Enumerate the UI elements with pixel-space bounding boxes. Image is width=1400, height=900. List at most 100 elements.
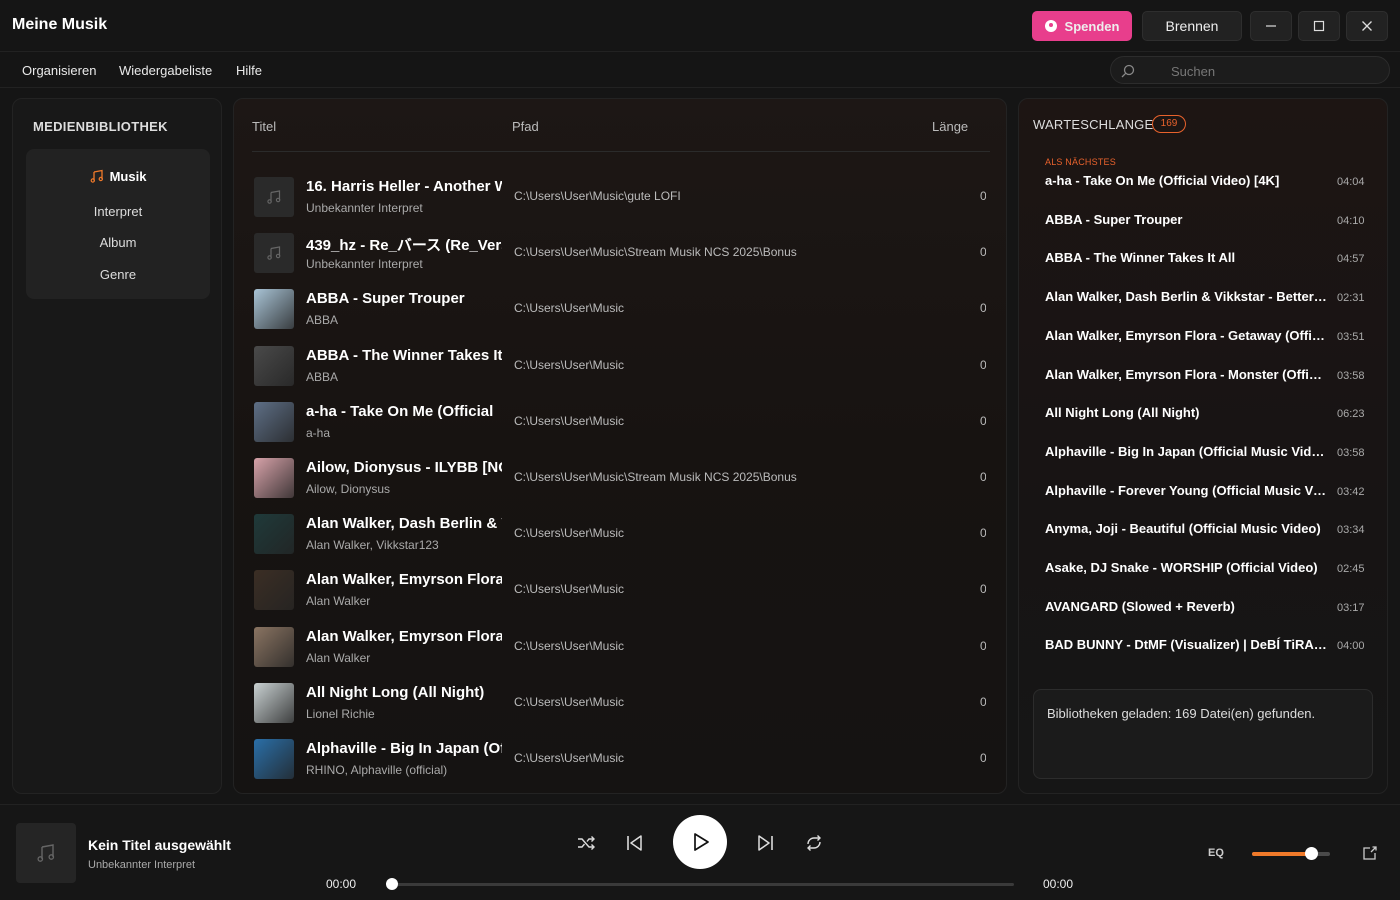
queue-item[interactable]: Alan Walker, Emyrson Flora - Monster (Of… bbox=[1045, 367, 1385, 391]
queue-item[interactable]: Alphaville - Forever Young (Official Mus… bbox=[1045, 483, 1385, 507]
player-bar: Kein Titel ausgewählt Unbekannter Interp… bbox=[0, 804, 1400, 900]
queue-item-title: All Night Long (All Night) bbox=[1045, 405, 1200, 421]
queue-item-title: Alphaville - Big In Japan (Official Musi… bbox=[1045, 443, 1329, 459]
track-artist: Ailow, Dionysus bbox=[306, 482, 391, 496]
track-length: 0 bbox=[980, 470, 986, 484]
minimize-button[interactable] bbox=[1250, 11, 1292, 41]
eq-button[interactable]: EQ bbox=[1208, 847, 1224, 859]
track-row[interactable]: ABBA - The Winner Takes It All ABBA C:\Use… bbox=[234, 334, 1006, 390]
queue-item[interactable]: BAD BUNNY - DtMF (Visualizer) | DeBÍ TiR… bbox=[1045, 637, 1385, 661]
next-icon[interactable] bbox=[753, 831, 777, 855]
track-artist: Unbekannter Interpret bbox=[306, 257, 423, 272]
queue-item-duration: 02:45 bbox=[1337, 563, 1365, 575]
menu-wiedergabeliste[interactable]: Wiedergabeliste bbox=[119, 63, 212, 78]
mini-player-icon[interactable] bbox=[1362, 845, 1378, 861]
donate-button[interactable]: Spenden bbox=[1032, 11, 1132, 41]
up-next-label: ALS NÄCHSTES bbox=[1045, 157, 1116, 167]
queue-item-title: a-ha - Take On Me (Official Video) [4K] bbox=[1045, 173, 1280, 188]
repeat-icon[interactable] bbox=[802, 831, 826, 855]
queue-item[interactable]: Alan Walker, Emyrson Flora - Getaway (Of… bbox=[1045, 328, 1385, 352]
menu-hilfe[interactable]: Hilfe bbox=[236, 63, 262, 78]
track-row[interactable]: a-ha - Take On Me (Official a-ha C:\Users\… bbox=[234, 390, 1006, 446]
library-item-genre[interactable]: Genre bbox=[26, 267, 210, 282]
title-bar: Meine Musik Spenden Brennen bbox=[0, 0, 1400, 52]
track-length: 0 bbox=[980, 695, 986, 709]
track-title: ABBA - The Winner Takes It All bbox=[306, 346, 502, 364]
column-header-length[interactable]: Länge bbox=[932, 119, 968, 134]
track-path: C:\Users\User\Music bbox=[514, 638, 625, 653]
track-row[interactable]: Alphaville - Big In Japan (Offi RHINO, Al… bbox=[234, 727, 1006, 783]
queue-item[interactable]: ABBA - Super Trouper 04:10 bbox=[1045, 212, 1385, 236]
track-list-panel: Titel Pfad Länge 16. Harris Heller - Ano… bbox=[233, 98, 1007, 794]
library-panel: MEDIENBIBLIOTHEK Musik Interpret Album G… bbox=[12, 98, 222, 794]
track-row[interactable]: All Night Long (All Night) Lionel Richie C… bbox=[234, 671, 1006, 727]
previous-icon[interactable] bbox=[623, 831, 647, 855]
queue-item-title: Alan Walker, Dash Berlin & Vikkstar - Be… bbox=[1045, 289, 1329, 305]
track-artist: RHINO, Alphaville (official) bbox=[306, 763, 448, 777]
track-length: 0 bbox=[980, 189, 986, 203]
column-header-title[interactable]: Titel bbox=[252, 119, 276, 134]
music-note-icon bbox=[267, 190, 281, 204]
music-note-icon bbox=[90, 169, 103, 183]
track-row[interactable]: Alan Walker, Emyrson Flora - G Alan Walke… bbox=[234, 558, 1006, 614]
seek-bar[interactable] bbox=[392, 883, 1014, 886]
album-cover bbox=[254, 233, 294, 274]
seek-handle[interactable] bbox=[386, 878, 398, 890]
volume-handle[interactable] bbox=[1304, 847, 1318, 860]
queue-item[interactable]: a-ha - Take On Me (Official Video) [4K] 0… bbox=[1045, 173, 1385, 197]
queue-item[interactable]: Alan Walker, Dash Berlin & Vikkstar - Be… bbox=[1045, 289, 1385, 313]
library-item-interpret[interactable]: Interpret bbox=[26, 204, 210, 219]
library-item-album[interactable]: Album bbox=[26, 235, 210, 250]
maximize-icon bbox=[1313, 20, 1325, 32]
burn-button[interactable]: Brennen bbox=[1142, 11, 1242, 41]
queue-item[interactable]: All Night Long (All Night) 06:23 bbox=[1045, 405, 1385, 429]
track-path: C:\Users\User\Music bbox=[514, 357, 625, 372]
queue-item[interactable]: Alphaville - Big In Japan (Official Musi… bbox=[1045, 444, 1385, 468]
menu-organisieren[interactable]: Organisieren bbox=[22, 63, 96, 78]
track-row[interactable]: Alan Walker, Emyrson Flora - M Alan Walke… bbox=[234, 615, 1006, 671]
queue-item-duration: 04:10 bbox=[1337, 214, 1365, 227]
library-item-musik[interactable]: Musik bbox=[26, 169, 210, 184]
track-title: ABBA - Super Trouper bbox=[306, 290, 465, 308]
queue-item-duration: 03:17 bbox=[1337, 601, 1365, 614]
track-artist: Alan Walker bbox=[306, 594, 371, 609]
queue-item-duration: 03:58 bbox=[1337, 369, 1365, 382]
queue-item-duration: 04:04 bbox=[1337, 176, 1365, 188]
queue-item-title: Asake, DJ Snake - WORSHIP (Official Vide… bbox=[1045, 560, 1318, 575]
play-button[interactable] bbox=[673, 815, 727, 869]
album-cover bbox=[254, 570, 294, 611]
track-row[interactable]: Alan Walker, Dash Berlin & Vi Alan Walker… bbox=[234, 502, 1006, 558]
track-row[interactable]: 439_hz - Re_バース (Re_Verse) Unbekannter In… bbox=[234, 221, 1006, 277]
now-playing-cover bbox=[16, 823, 76, 883]
minimize-icon bbox=[1266, 25, 1276, 27]
header-divider bbox=[252, 151, 990, 152]
track-length: 0 bbox=[980, 358, 986, 372]
track-row[interactable]: ABBA - Super Trouper ABBA C:\Users\User\Mu… bbox=[234, 277, 1006, 333]
queue-item[interactable]: ABBA - The Winner Takes It All 04:57 bbox=[1045, 250, 1385, 274]
current-time: 00:00 bbox=[326, 877, 357, 891]
queue-item[interactable]: AVANGARD (Slowed + Reverb) 03:17 bbox=[1045, 599, 1385, 623]
shuffle-icon[interactable] bbox=[574, 831, 598, 855]
queue-item-title: Alan Walker, Emyrson Flora - Getaway (Of… bbox=[1045, 327, 1329, 343]
album-cover bbox=[254, 682, 294, 723]
track-title: Alan Walker, Emyrson Flora - G bbox=[306, 571, 502, 589]
track-artist: Unbekannter Interpret bbox=[306, 201, 423, 215]
app-title: Meine Musik bbox=[12, 16, 108, 33]
track-artist: Alan Walker, Vikkstar123 bbox=[306, 538, 439, 553]
maximize-button[interactable] bbox=[1298, 11, 1340, 41]
column-header-path[interactable]: Pfad bbox=[512, 119, 539, 134]
track-row[interactable]: Ailow, Dionysus - ILYBB [NCS Ailow, Diony… bbox=[234, 446, 1006, 502]
search-input[interactable] bbox=[1171, 61, 1371, 81]
close-button[interactable] bbox=[1346, 11, 1388, 41]
total-time: 00:00 bbox=[1043, 877, 1074, 891]
track-title: Ailow, Dionysus - ILYBB [NCS bbox=[306, 459, 502, 476]
volume-fill bbox=[1252, 852, 1311, 856]
track-artist: ABBA bbox=[306, 313, 339, 328]
queue-item-duration: 03:42 bbox=[1337, 485, 1365, 498]
search-box bbox=[1110, 56, 1390, 84]
queue-item[interactable]: Anyma, Joji - Beautiful (Official Music … bbox=[1045, 521, 1385, 545]
queue-item-title: BAD BUNNY - DtMF (Visualizer) | DeBÍ TiR… bbox=[1045, 637, 1329, 653]
track-title: Alan Walker, Dash Berlin & Vi bbox=[306, 515, 502, 533]
queue-item[interactable]: Asake, DJ Snake - WORSHIP (Official Vide… bbox=[1045, 560, 1385, 584]
track-row[interactable]: 16. Harris Heller - Another Wo Unbekannte… bbox=[234, 165, 1006, 221]
